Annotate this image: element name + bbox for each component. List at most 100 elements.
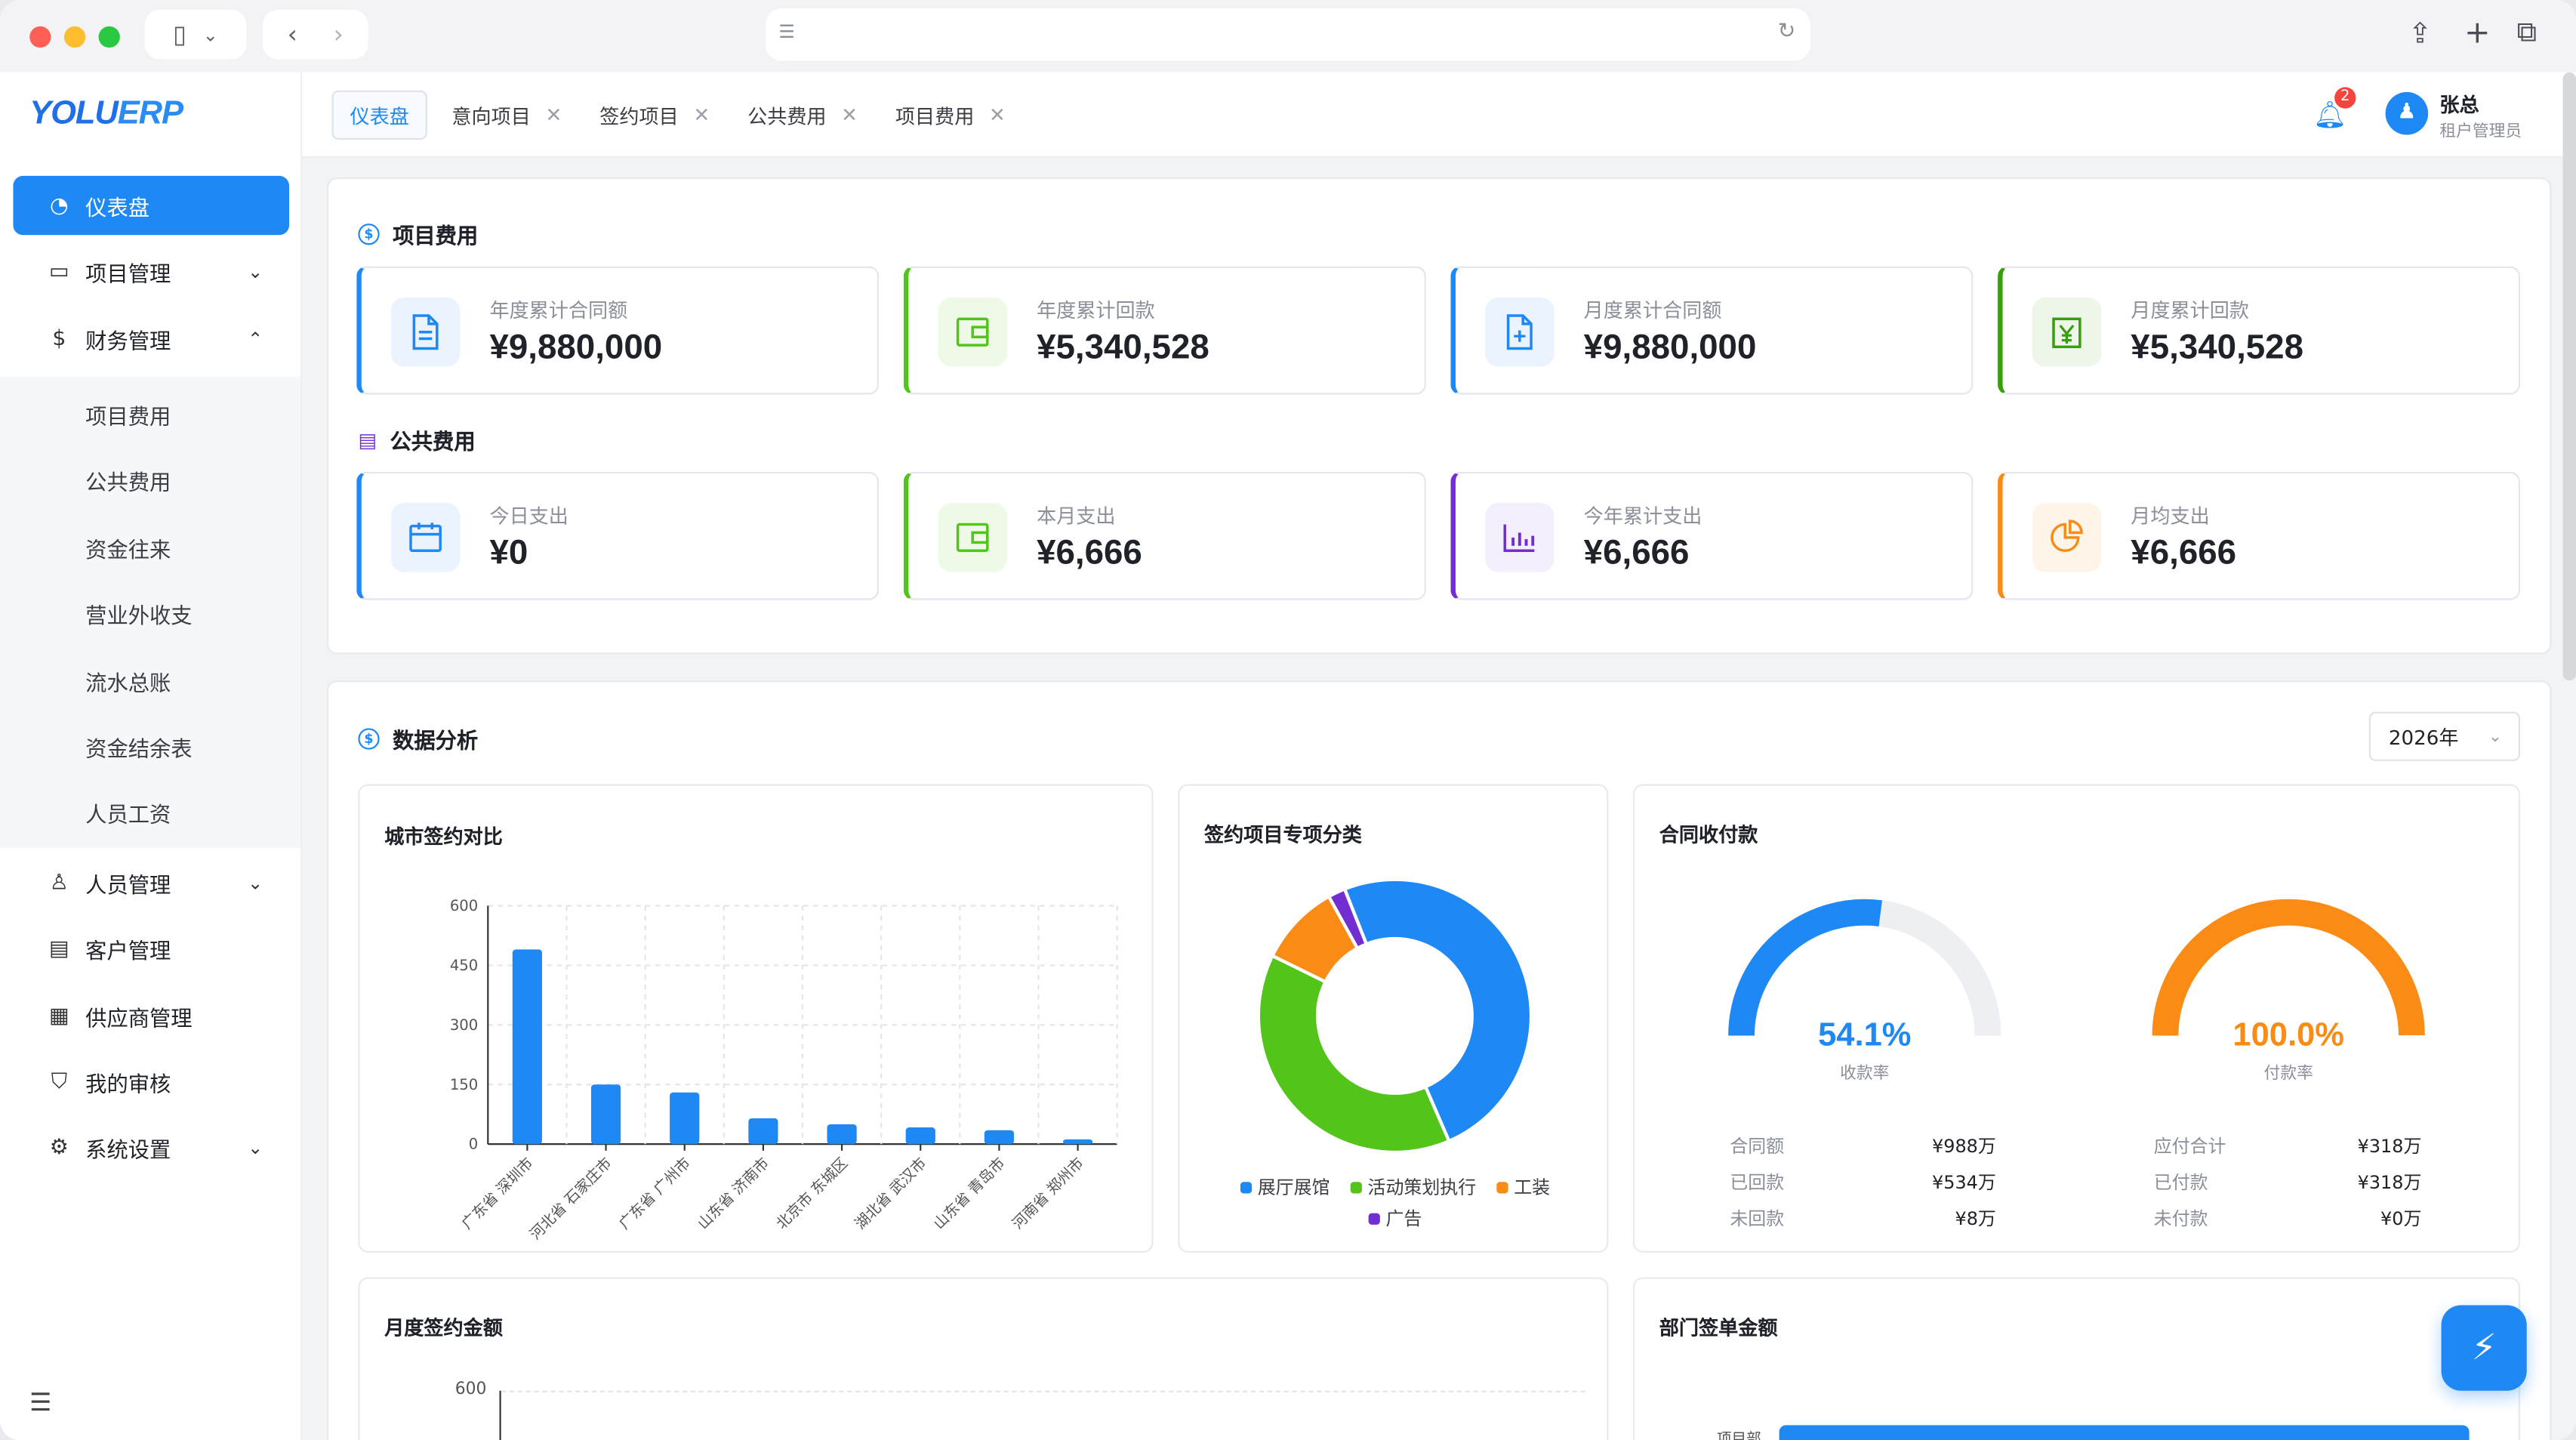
stat-label: 月度累计回款 (2131, 299, 2250, 322)
y-axis (499, 1390, 501, 1440)
scrollbar[interactable] (2562, 72, 2576, 681)
sidebar-subitem-ledger[interactable]: 流水总账 (85, 666, 171, 697)
sidebar: YOLUERP ◔ 仪表盘 ▭ 项目管理 ⌄ $ 财务管理 ⌃ 项目费用 公共费… (0, 72, 303, 1440)
tab-project-cost[interactable]: 项目费用 ✕ (879, 91, 1021, 140)
close-icon[interactable]: ✕ (989, 103, 1006, 126)
sidebar-item-label: 供应商管理 (85, 1007, 193, 1032)
tab-signed-projects[interactable]: 签约项目 ✕ (583, 91, 726, 140)
sidebar-subitem-fund-flow[interactable]: 资金往来 (85, 532, 171, 564)
stat-value: ¥6,666 (1583, 534, 1690, 572)
logo: YOLUERP (29, 95, 183, 132)
stat-label: 今日支出 (489, 504, 569, 528)
pie-chart-icon (2032, 503, 2102, 572)
tab-label: 公共费用 (747, 104, 827, 128)
notification-badge: 2 (2334, 87, 2356, 109)
kv-value: ¥318万 (2357, 1172, 2422, 1194)
legend-item[interactable]: 工装 (1496, 1173, 1550, 1200)
stat-card-month-expense[interactable]: 本月支出 ¥6,666 (903, 471, 1426, 600)
legend-label: 工装 (1514, 1176, 1551, 1198)
chevron-down-icon: ⌄ (2488, 727, 2503, 746)
page-menu-icon[interactable]: ☰ (778, 21, 794, 42)
minimize-window-button[interactable] (63, 25, 86, 48)
sidebar-toggle-button[interactable]: ▯ ⌄ (144, 10, 247, 60)
user-name[interactable]: 张总 (2439, 91, 2479, 119)
stat-value: ¥0 (489, 534, 528, 572)
sidebar-item-label: 仪表盘 (85, 196, 150, 221)
stat-label: 今年累计支出 (1583, 504, 1702, 528)
legend-label: 活动策划执行 (1367, 1176, 1477, 1198)
sidebar-item-people[interactable]: ♙ 人员管理 ⌄ (13, 853, 289, 912)
x-tick-label: 北京市 东城区 (773, 1155, 852, 1233)
tab-dashboard[interactable]: 仪表盘 (331, 90, 427, 140)
sidebar-icon: ▯ (173, 20, 187, 50)
city-bar-chart: 0 150 300 450 600 广东省 深圳市河北省 石家庄市 广东省 广州市 山东省 济… (450, 897, 1118, 1244)
monthly-chart-title: 月度签约金额 (384, 1316, 503, 1340)
sidebar-subitem-salary[interactable]: 人员工资 (85, 797, 171, 829)
sidebar-item-supplier[interactable]: ▦ 供应商管理 (13, 986, 289, 1045)
kv-value: ¥988万 (1931, 1136, 1996, 1158)
reload-icon[interactable]: ↻ (1778, 20, 1796, 45)
year-select[interactable]: 2026年 ⌄ (2368, 711, 2521, 761)
legend-item[interactable]: 展厅展馆 (1239, 1173, 1330, 1200)
kv-value: ¥534万 (1931, 1172, 1996, 1194)
kv-key: 未付款 (2153, 1208, 2208, 1230)
tab-label: 项目费用 (895, 104, 975, 128)
tab-intent-projects[interactable]: 意向项目 ✕ (436, 91, 578, 140)
kv-key: 未回款 (1730, 1208, 1785, 1230)
forward-icon[interactable]: › (334, 20, 344, 49)
x-tick-label: 河北省 石家庄市 (526, 1155, 615, 1244)
sidebar-item-review[interactable]: ⛉ 我的审核 (13, 1052, 289, 1111)
sidebar-item-finance[interactable]: $ 财务管理 ⌃ (13, 309, 289, 368)
category-legend: 展厅展馆 活动策划执行 工装广告 (1213, 1173, 1577, 1231)
stat-card-avg-expense[interactable]: 月均支出 ¥6,666 (1998, 471, 2521, 600)
close-icon[interactable]: ✕ (545, 103, 562, 126)
stat-card-monthly-collection[interactable]: 月度累计回款 ¥5,340,528 (1998, 266, 2521, 395)
tab-overview-icon[interactable]: ⧉ (2517, 17, 2537, 50)
legend-item[interactable]: 广告 (1367, 1205, 1422, 1232)
y-tick-label: 0 (469, 1136, 478, 1153)
maximize-window-button[interactable] (98, 25, 120, 48)
sidebar-item-dashboard[interactable]: ◔ 仪表盘 (13, 175, 289, 236)
close-icon[interactable]: ✕ (693, 103, 710, 126)
stat-label: 月度累计合同额 (1583, 299, 1722, 322)
stat-card-annual-collection[interactable]: 年度累计回款 ¥5,340,528 (903, 266, 1426, 395)
tab-label: 仪表盘 (350, 104, 409, 128)
history-nav: ‹ › (263, 10, 368, 60)
payment-card: 合同收付款 54.1% 收款率 100.0% 付款率 合同额 ¥988万 已回款 ¥… (1632, 784, 2521, 1253)
chevron-down-icon: ⌄ (248, 871, 263, 894)
year-select-value: 2026年 (2388, 726, 2459, 749)
stat-card-today-expense[interactable]: 今日支出 ¥0 (356, 471, 880, 600)
sidebar-subitem-public-cost[interactable]: 公共费用 (85, 465, 171, 497)
close-icon[interactable]: ✕ (841, 103, 858, 126)
bar (512, 949, 542, 1145)
close-window-button[interactable] (29, 25, 51, 48)
tab-public-cost[interactable]: 公共费用 ✕ (731, 91, 874, 140)
quick-action-button[interactable]: ⚡︎ (2441, 1305, 2527, 1391)
share-icon[interactable]: ⇪ (2408, 18, 2432, 51)
user-role: 租户管理员 (2439, 123, 2522, 142)
new-tab-icon[interactable]: + (2464, 15, 2491, 51)
calendar-icon (390, 503, 461, 572)
sidebar-subitem-project-cost[interactable]: 项目费用 (85, 399, 171, 431)
sidebar-item-project[interactable]: ▭ 项目管理 ⌄ (13, 242, 289, 301)
gear-icon: ⚙ (49, 1135, 69, 1160)
city-chart-card: 城市签约对比 0 150 300 450 600 广东省 深圳市 河北省 石家庄市 广东省 广… (358, 784, 1154, 1253)
legend-item[interactable]: 活动策划执行 (1349, 1173, 1477, 1200)
stat-card-annual-contract[interactable]: 年度累计合同额 ¥9,880,000 (356, 266, 880, 395)
x-tick-label: 山东省 青岛市 (930, 1155, 1009, 1233)
money-bag-icon (2032, 298, 2102, 367)
project-cost-title: $ 项目费用 (358, 219, 478, 250)
sidebar-subitem-non-operating[interactable]: 营业外收支 (85, 598, 192, 630)
sidebar-item-customer[interactable]: ▤ 客户管理 (13, 919, 289, 978)
back-icon[interactable]: ‹ (288, 20, 297, 49)
legend-label: 广告 (1385, 1208, 1422, 1230)
bar-chart-icon (1485, 503, 1555, 572)
avatar[interactable]: ♟ (2385, 91, 2429, 135)
sidebar-item-settings[interactable]: ⚙ 系统设置 ⌄ (13, 1118, 289, 1176)
document-icon: ▤ (358, 428, 377, 452)
address-bar[interactable]: ☰ ↻ (766, 8, 1810, 61)
stat-card-year-expense[interactable]: 今年累计支出 ¥6,666 (1450, 471, 1974, 600)
collapse-menu-icon[interactable]: ☰ (29, 1387, 51, 1417)
stat-card-monthly-contract[interactable]: 月度累计合同额 ¥9,880,000 (1450, 266, 1974, 395)
sidebar-subitem-balance[interactable]: 资金结余表 (85, 732, 192, 763)
